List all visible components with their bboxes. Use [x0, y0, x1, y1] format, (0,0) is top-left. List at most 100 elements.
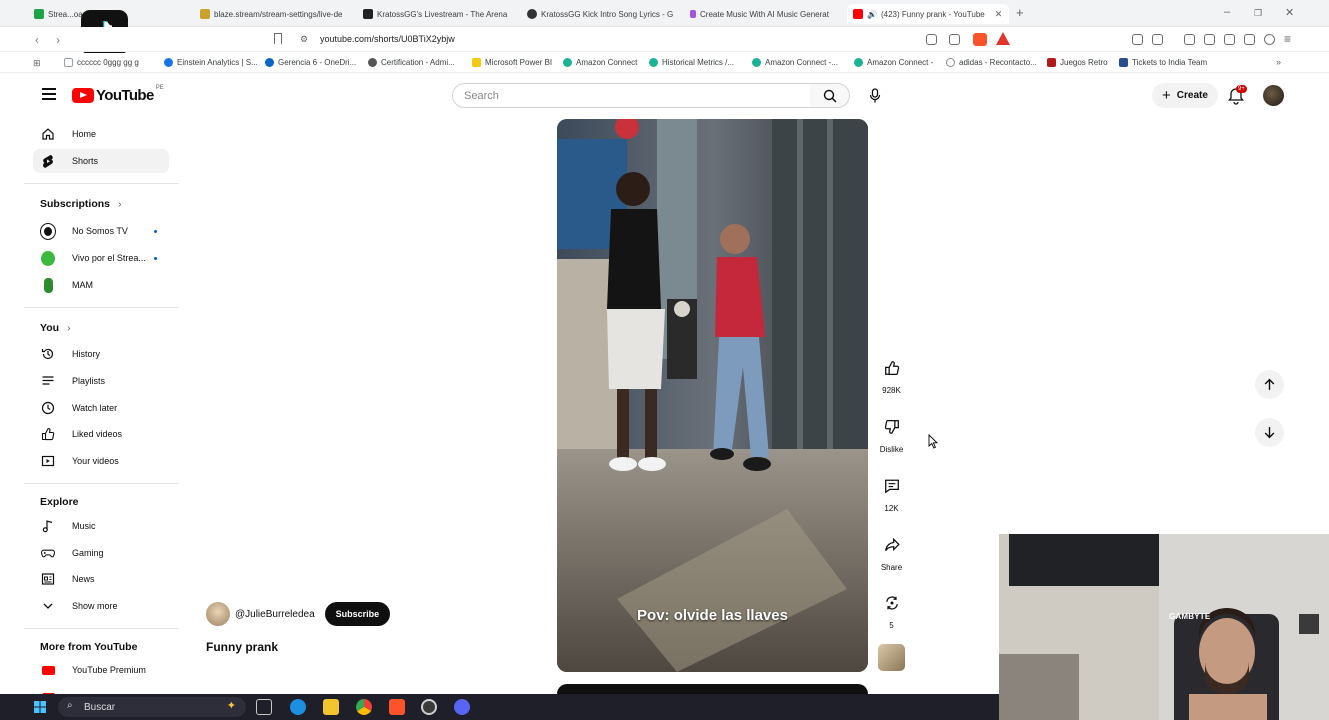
- remix-button[interactable]: 5: [876, 587, 907, 630]
- task-view-icon[interactable]: [256, 699, 272, 715]
- bookmark-item[interactable]: Microsoft Power BI: [472, 58, 552, 67]
- previous-short-button[interactable]: [1255, 370, 1284, 399]
- explore-heading: Explore: [40, 496, 79, 508]
- bookmark-item[interactable]: adidas - Recontacto...: [946, 58, 1037, 67]
- sidebar-item-partial[interactable]: [33, 685, 169, 694]
- bookmark-page-icon[interactable]: [274, 33, 282, 44]
- search-input[interactable]: Search: [452, 83, 811, 108]
- sidebar-item-watch-later[interactable]: Watch later: [33, 396, 169, 420]
- tickets-icon: [1119, 58, 1128, 67]
- obs-icon[interactable]: [421, 699, 437, 715]
- like-button[interactable]: 928K: [876, 352, 907, 395]
- browser-tab[interactable]: KratossGG Kick Intro Song Lyrics - G: [527, 4, 677, 24]
- minimize-icon[interactable]: –: [1224, 6, 1230, 18]
- sidebar-item-label: Show more: [72, 601, 118, 611]
- taskbar-search-input[interactable]: ⌕ Buscar ✦: [58, 697, 246, 717]
- remix-icon: [876, 587, 907, 618]
- share-icon: [876, 529, 907, 560]
- brave-icon[interactable]: [389, 699, 405, 715]
- sidebar-item-youtube-premium[interactable]: YouTube Premium: [33, 658, 169, 682]
- brave-rewards-icon[interactable]: [996, 32, 1010, 45]
- close-tab-icon[interactable]: ✕: [995, 9, 1003, 20]
- sidebar-item-history[interactable]: History: [33, 342, 169, 366]
- browser-tab[interactable]: blaze.stream/stream-settings/live-de: [200, 4, 350, 24]
- url-field[interactable]: youtube.com/shorts/U0BTiX2ybjw: [320, 34, 455, 44]
- arrow-down-icon: [1264, 427, 1275, 439]
- create-button[interactable]: + Create: [1152, 83, 1218, 108]
- browser-tab-active[interactable]: 🔊 (423) Funny prank - YouTube ✕: [847, 4, 1009, 24]
- wallet-icon[interactable]: [1224, 34, 1235, 45]
- sidebar-item-music[interactable]: Music: [33, 514, 169, 538]
- comments-button[interactable]: 12K: [876, 470, 907, 513]
- windows-start-icon[interactable]: [34, 701, 46, 713]
- edge-icon[interactable]: [290, 699, 306, 715]
- microphone-icon: [869, 88, 880, 103]
- bookmark-item[interactable]: Tickets to India Team: [1119, 58, 1207, 67]
- sidebar-toggle-icon[interactable]: [1204, 34, 1215, 45]
- share-page-icon[interactable]: [949, 34, 960, 45]
- bookmark-item[interactable]: Juegos Retro: [1047, 58, 1108, 67]
- forward-icon[interactable]: ›: [56, 33, 60, 47]
- voice-search-button[interactable]: [861, 82, 888, 109]
- sidebar-item-news[interactable]: News: [33, 567, 169, 591]
- sidebar-item-subscription[interactable]: Vivo por el Strea...: [33, 246, 169, 270]
- file-explorer-icon[interactable]: [323, 699, 339, 715]
- account-avatar[interactable]: [1263, 85, 1284, 106]
- restore-icon[interactable]: ❐: [1254, 8, 1262, 19]
- menu-icon[interactable]: [42, 88, 56, 100]
- subscribe-button[interactable]: Subscribe: [324, 602, 391, 626]
- youtube-logo[interactable]: YouTube PE: [72, 85, 164, 104]
- extension-icon[interactable]: [1152, 34, 1163, 45]
- apps-grid-icon[interactable]: ⊞: [33, 58, 41, 69]
- search-button[interactable]: [810, 83, 850, 108]
- video-caption: Pov: olvide las llaves: [637, 607, 788, 624]
- next-short-preview[interactable]: [557, 684, 868, 694]
- messenger-icon[interactable]: [454, 699, 470, 715]
- ai-icon[interactable]: [1244, 34, 1255, 45]
- new-content-dot: [154, 256, 157, 260]
- subscriptions-heading[interactable]: Subscriptions ›: [40, 198, 122, 210]
- back-icon[interactable]: ‹: [35, 33, 39, 47]
- salesforce-icon: [164, 58, 173, 67]
- new-tab-icon[interactable]: +: [1016, 5, 1024, 20]
- bookmark-item[interactable]: Historical Metrics /...: [649, 58, 734, 67]
- more-bookmarks-icon[interactable]: »: [1276, 57, 1281, 67]
- sidebar-item-gaming[interactable]: Gaming: [33, 541, 169, 565]
- bookmark-label: Juegos Retro: [1060, 58, 1108, 67]
- sound-thumbnail[interactable]: [878, 644, 905, 671]
- chrome-icon[interactable]: [356, 699, 372, 715]
- sidebar-item-your-videos[interactable]: Your videos: [33, 449, 169, 473]
- channel-avatar[interactable]: [206, 602, 230, 626]
- channel-name[interactable]: @JulieBurreledea: [235, 609, 315, 620]
- you-heading[interactable]: You ›: [40, 322, 71, 334]
- shorts-video-player[interactable]: Pov: olvide las llaves: [557, 119, 868, 672]
- sidebar-item-liked-videos[interactable]: Liked videos: [33, 422, 169, 446]
- sidebar-item-subscription[interactable]: No Somos TV: [33, 219, 169, 243]
- site-info-icon[interactable]: ⚙: [300, 34, 308, 45]
- bookmark-item[interactable]: Amazon Connect -...: [752, 58, 838, 67]
- vpn-icon[interactable]: [1264, 34, 1275, 45]
- extension-icon[interactable]: [1132, 34, 1143, 45]
- bookmark-item[interactable]: Einstein Analytics | S...: [164, 58, 258, 67]
- extension-icon[interactable]: [1184, 34, 1195, 45]
- browser-tab[interactable]: Create Music With AI Music Generat: [690, 4, 840, 24]
- bookmark-item[interactable]: Certification - Admi...: [368, 58, 455, 67]
- cast-icon[interactable]: [926, 34, 937, 45]
- sidebar-item-playlists[interactable]: Playlists: [33, 369, 169, 393]
- bookmark-item[interactable]: Amazon Connect -: [854, 58, 933, 67]
- bookmark-item[interactable]: cccccc 0ggg gg g: [64, 58, 139, 67]
- sidebar-item-show-more[interactable]: Show more: [33, 594, 169, 618]
- sidebar-item-home[interactable]: Home: [33, 122, 169, 146]
- browser-tab[interactable]: KratossGG's Livestream - The Arena: [363, 4, 513, 24]
- short-title[interactable]: Funny prank: [206, 640, 278, 654]
- share-button[interactable]: Share: [876, 529, 907, 572]
- brave-shields-icon[interactable]: [973, 33, 987, 46]
- close-window-icon[interactable]: ✕: [1285, 6, 1294, 19]
- dislike-button[interactable]: Dislike: [876, 411, 907, 454]
- browser-menu-icon[interactable]: ≡: [1284, 32, 1291, 46]
- sidebar-item-shorts[interactable]: Shorts: [33, 149, 169, 173]
- bookmark-item[interactable]: Amazon Connect: [563, 58, 637, 67]
- sidebar-item-subscription[interactable]: MAM: [33, 273, 169, 297]
- next-short-button[interactable]: [1255, 418, 1284, 447]
- bookmark-item[interactable]: Gerencia 6 - OneDri...: [265, 58, 356, 67]
